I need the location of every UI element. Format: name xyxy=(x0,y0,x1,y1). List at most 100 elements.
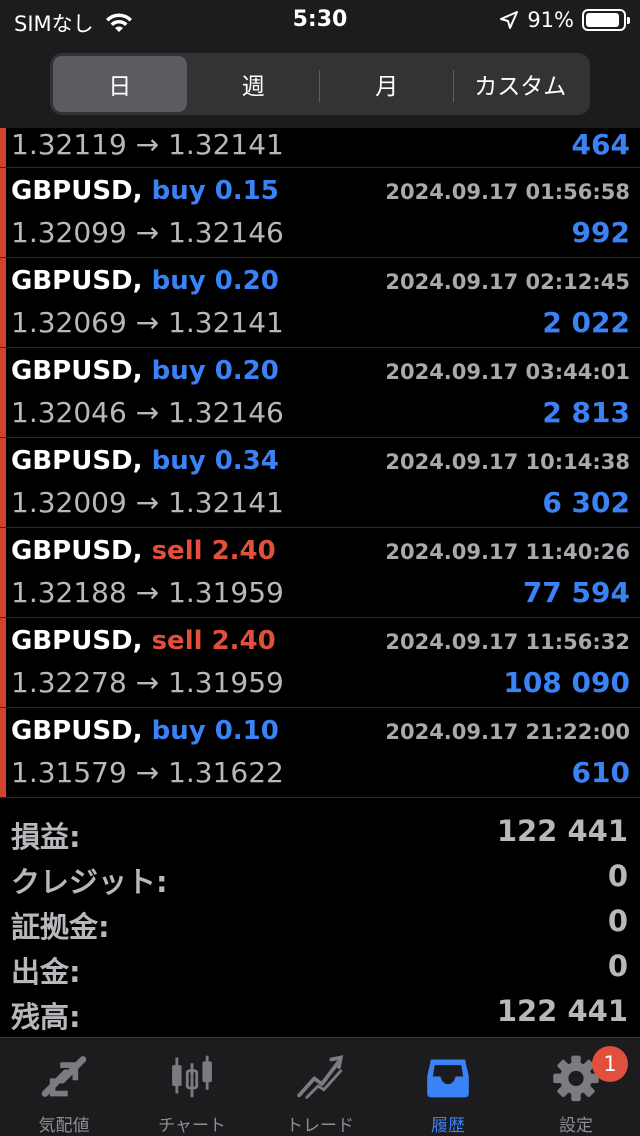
deal-row[interactable]: GBPUSD, buy 0.20 2024.09.17 02:12:45 1.3… xyxy=(0,258,640,348)
close-price: 1.32141 xyxy=(168,128,284,161)
period-tab-label: 月 xyxy=(375,74,399,100)
battery-percent: 91% xyxy=(527,8,574,32)
arrow: → xyxy=(135,576,160,609)
summary-credit: クレジット: 0 xyxy=(0,855,640,900)
tab-quotes[interactable]: 気配値 xyxy=(0,1038,128,1136)
tab-chart[interactable]: チャート xyxy=(128,1038,256,1136)
deal-row[interactable]: GBPUSD, sell 2.40 2024.09.17 11:56:32 1.… xyxy=(0,618,640,708)
period-header: 日 週 月 カスタム xyxy=(0,44,640,128)
notification-badge: 1 xyxy=(592,1046,628,1082)
deal-profit: 6 302 xyxy=(542,486,630,519)
summary-label: クレジット: xyxy=(11,865,168,899)
deal-profit: 77 594 xyxy=(522,576,630,609)
tab-label: 設定 xyxy=(559,1116,593,1136)
deal-time: 2024.09.17 02:12:45 xyxy=(385,270,630,294)
summary-value: 0 xyxy=(607,904,628,938)
close-price: 1.32141 xyxy=(168,486,284,519)
deal-row[interactable]: 1.32119 → 1.32141 464 xyxy=(0,128,640,168)
deal-title: GBPUSD, sell 2.40 xyxy=(11,536,276,566)
deal-type: buy 0.20 xyxy=(151,266,279,296)
deal-symbol: GBPUSD, xyxy=(11,536,143,566)
tab-settings[interactable]: 設定 1 xyxy=(512,1038,640,1136)
battery-icon xyxy=(582,9,630,31)
arrow: → xyxy=(135,396,160,429)
deal-title: GBPUSD, buy 0.34 xyxy=(11,446,279,476)
deal-profit: 464 xyxy=(571,128,630,161)
history-tray-icon xyxy=(427,1059,469,1098)
deal-type: sell 2.40 xyxy=(151,626,276,656)
summary-value: 122 441 xyxy=(496,994,628,1028)
summary-label: 損益: xyxy=(11,820,81,854)
deal-time: 2024.09.17 11:40:26 xyxy=(385,540,630,564)
tab-label: 気配値 xyxy=(38,1116,90,1136)
status-bar: SIMなし 5:30 91% xyxy=(0,0,640,44)
period-tab-week[interactable]: 週 xyxy=(187,56,320,112)
arrow: → xyxy=(135,128,160,161)
deal-row[interactable]: GBPUSD, buy 0.34 2024.09.17 10:14:38 1.3… xyxy=(0,438,640,528)
quotes-arrows-icon xyxy=(41,1056,87,1097)
deal-prices: 1.31579 → 1.31622 xyxy=(11,756,284,789)
summary-value: 122 441 xyxy=(496,814,628,848)
summary-withdrawal: 出金: 0 xyxy=(0,945,640,990)
deal-type: buy 0.10 xyxy=(151,716,279,746)
summary-label: 証拠金: xyxy=(11,910,110,944)
tab-label: 履歴 xyxy=(431,1116,465,1136)
deal-type: buy 0.15 xyxy=(151,176,279,206)
deal-row[interactable]: GBPUSD, buy 0.10 2024.09.17 21:22:00 1.3… xyxy=(0,708,640,798)
period-tab-custom[interactable]: カスタム xyxy=(454,56,588,112)
deal-prices: 1.32099 → 1.32146 xyxy=(11,216,284,249)
deal-symbol: GBPUSD, xyxy=(11,716,143,746)
deal-row[interactable]: GBPUSD, sell 2.40 2024.09.17 11:40:26 1.… xyxy=(0,528,640,618)
deal-symbol: GBPUSD, xyxy=(11,626,143,656)
deal-profit: 108 090 xyxy=(503,666,630,699)
deal-symbol: GBPUSD, xyxy=(11,266,143,296)
tab-history[interactable]: 履歴 xyxy=(384,1038,512,1136)
arrow: → xyxy=(135,216,160,249)
open-price: 1.32099 xyxy=(11,216,127,249)
period-tab-day[interactable]: 日 xyxy=(53,56,187,112)
deal-title: GBPUSD, sell 2.40 xyxy=(11,626,276,656)
deal-profit: 992 xyxy=(571,216,630,249)
period-tab-label: 週 xyxy=(241,74,265,100)
deal-prices: 1.32009 → 1.32141 xyxy=(11,486,284,519)
candlestick-chart-icon xyxy=(172,1055,212,1098)
open-price: 1.32278 xyxy=(11,666,127,699)
summary-value: 0 xyxy=(607,859,628,893)
deal-row[interactable]: GBPUSD, buy 0.15 2024.09.17 01:56:58 1.3… xyxy=(0,168,640,258)
deal-time: 2024.09.17 10:14:38 xyxy=(385,450,630,474)
deal-title: GBPUSD, buy 0.10 xyxy=(11,716,279,746)
deal-time: 2024.09.17 21:22:00 xyxy=(385,720,630,744)
arrow: → xyxy=(135,666,160,699)
deal-type: buy 0.20 xyxy=(151,356,279,386)
open-price: 1.32188 xyxy=(11,576,127,609)
deal-row[interactable]: GBPUSD, buy 0.20 2024.09.17 03:44:01 1.3… xyxy=(0,348,640,438)
battery-level xyxy=(586,13,619,27)
deal-title: GBPUSD, buy 0.20 xyxy=(11,356,279,386)
deal-prices: 1.32188 → 1.31959 xyxy=(11,576,284,609)
open-price: 1.32119 xyxy=(11,128,127,161)
period-tab-month[interactable]: 月 xyxy=(320,56,454,112)
deals-list: 1.32119 → 1.32141 464 GBPUSD, buy 0.15 2… xyxy=(0,128,640,798)
open-price: 1.32009 xyxy=(11,486,127,519)
arrow: → xyxy=(135,486,160,519)
period-tab-label: カスタム xyxy=(474,74,567,100)
trade-line-icon xyxy=(297,1055,344,1099)
period-segmented-control: 日 週 月 カスタム xyxy=(50,53,590,115)
close-price: 1.32146 xyxy=(168,396,284,429)
period-tab-label: 日 xyxy=(108,74,132,100)
tab-trade[interactable]: トレード xyxy=(256,1038,384,1136)
deal-type: buy 0.34 xyxy=(151,446,279,476)
summary-label: 出金: xyxy=(11,955,81,989)
account-summary: 損益: 122 441 クレジット: 0 証拠金: 0 出金: 0 残高: 12… xyxy=(0,810,640,1035)
summary-deposit: 証拠金: 0 xyxy=(0,900,640,945)
deal-profit: 2 813 xyxy=(542,396,630,429)
tab-label: トレード xyxy=(286,1116,354,1136)
summary-profit: 損益: 122 441 xyxy=(0,810,640,855)
deal-prices: 1.32278 → 1.31959 xyxy=(11,666,284,699)
status-right: 91% xyxy=(499,8,630,32)
deal-title: GBPUSD, buy 0.20 xyxy=(11,266,279,296)
deal-title: GBPUSD, buy 0.15 xyxy=(11,176,279,206)
bottom-tab-bar: 気配値 チャート トレード 履歴 設定 1 xyxy=(0,1037,640,1136)
close-price: 1.31959 xyxy=(168,666,284,699)
summary-balance: 残高: 122 441 xyxy=(0,990,640,1035)
